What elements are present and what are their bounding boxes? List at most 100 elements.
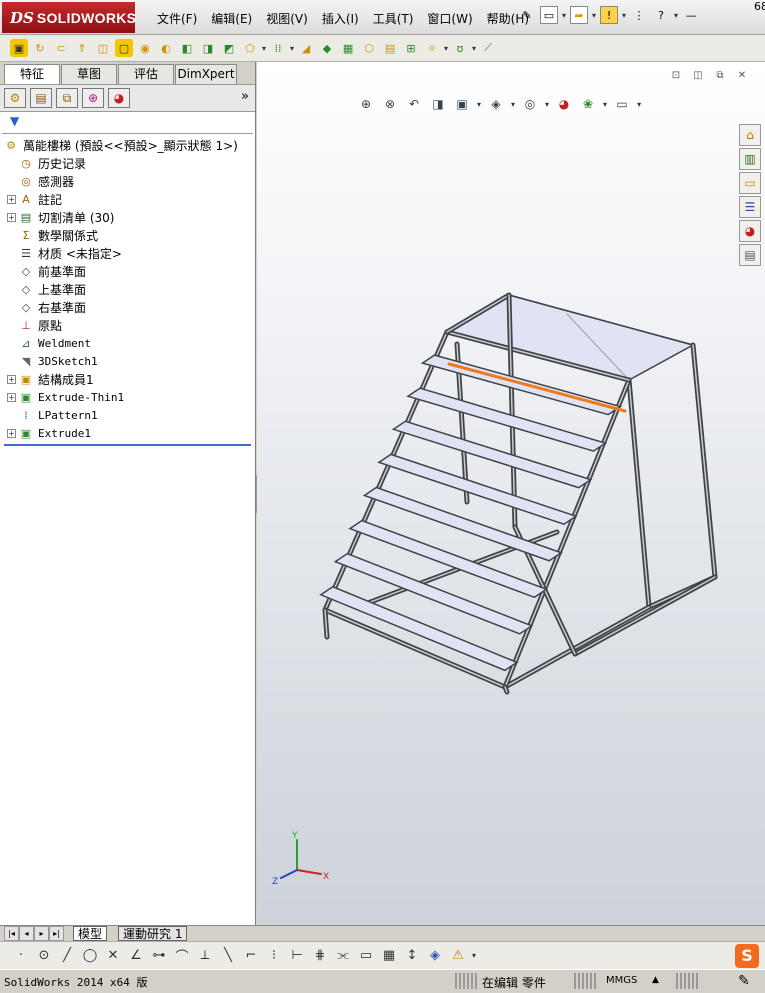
section-view-icon[interactable]: ◨ (429, 95, 447, 113)
rectangle-icon[interactable]: ▭ (357, 947, 375, 965)
curves-icon[interactable]: ʊ (451, 39, 469, 57)
tab-motion-study[interactable]: 運動研究 1 (118, 926, 188, 941)
tree-item[interactable]: ◇ 前基準面 (0, 262, 255, 280)
chevron-down-icon[interactable]: ▾ (603, 100, 607, 109)
more-icon[interactable]: » (241, 89, 249, 104)
status-units[interactable]: MMGS (606, 975, 637, 986)
hole-wizard-icon[interactable]: ◉ (136, 39, 154, 57)
offset-icon[interactable]: ⊶ (150, 947, 168, 965)
solidworks-resources-icon[interactable]: ⌂ (739, 124, 761, 146)
tree-item[interactable]: + ▣ Extrude1 (0, 424, 255, 442)
chamfer-icon[interactable]: ⟂ (196, 947, 214, 965)
hide-show-items-icon[interactable]: ◎ (521, 95, 539, 113)
point-icon[interactable]: · (12, 947, 30, 965)
tab-evaluate[interactable]: 评估 (118, 64, 174, 84)
solidworks-logo[interactable]: DS SOLIDWORKS (2, 2, 136, 33)
expand-toggle-icon[interactable]: + (7, 428, 16, 438)
configuration-manager-icon[interactable]: ⧉ (56, 88, 78, 108)
tab-sketch[interactable]: 草图 (61, 64, 117, 84)
relation-icon[interactable]: ⋕ (311, 947, 329, 965)
instant3d-icon[interactable]: ⟋ (479, 39, 497, 57)
shell-icon[interactable]: ▦ (339, 39, 357, 57)
help-icon[interactable]: ? (652, 6, 670, 24)
expand-toggle-icon[interactable]: + (7, 392, 16, 402)
lofted-cut-icon[interactable]: ◨ (199, 39, 217, 57)
swept-boss-icon[interactable]: ⊂ (52, 39, 70, 57)
extruded-cut-icon[interactable]: ▢ (115, 39, 133, 57)
prev-tab-icon[interactable]: ◂ (19, 926, 34, 941)
file-explorer-icon[interactable]: ▭ (739, 172, 761, 194)
rib-icon[interactable]: ◢ (297, 39, 315, 57)
graphics-area[interactable]: Y X Z ⊡ ◫ ⧉ ✕ ⊕ ⊗ ↶ ◨ ▣ ▾ ◈ ▾ ◎ ▾ ◕ ❀ ▾ ▭ ▾ ⌂ ▥… (257, 62, 765, 925)
units-menu-arrow-icon[interactable]: ▲ (652, 975, 659, 985)
corner-icon[interactable]: ⌐ (242, 947, 260, 965)
menu-file[interactable]: 文件(F) (150, 10, 204, 27)
expand-toggle-icon[interactable]: + (7, 374, 16, 384)
mirror-sketch-icon[interactable]: ⫘ (334, 947, 352, 965)
menu-insert[interactable]: 插入(I) (315, 10, 366, 27)
chevron-down-icon[interactable]: ▾ (290, 44, 294, 53)
tree-item[interactable]: ⊥ 原點 (0, 316, 255, 334)
view-orientation-icon[interactable]: ▣ (453, 95, 471, 113)
lofted-boss-icon[interactable]: ⇑ (73, 39, 91, 57)
first-tab-icon[interactable]: |◂ (4, 926, 19, 941)
tree-item[interactable]: Σ 數學關係式 (0, 226, 255, 244)
pin-icon[interactable]: ✎ (518, 6, 536, 24)
reference-geometry-icon[interactable]: ✧ (423, 39, 441, 57)
feature-manager-icon[interactable]: ⚙ (4, 88, 26, 108)
dimension-icon[interactable]: ⊢ (288, 947, 306, 965)
warning-sketch-icon[interactable]: ⚠ (449, 947, 467, 965)
chevron-down-icon[interactable]: ▾ (511, 100, 515, 109)
wrap-icon[interactable]: ⬡ (360, 39, 378, 57)
design-library-icon[interactable]: ▥ (739, 148, 761, 170)
view-palette-icon[interactable]: ☰ (739, 196, 761, 218)
tree-item[interactable]: + ▣ 結構成員1 (0, 370, 255, 388)
display-box-icon[interactable]: ◈ (426, 947, 444, 965)
appearances-icon[interactable]: ◕ (739, 220, 761, 242)
move-icon[interactable]: ↕ (403, 947, 421, 965)
polygon-icon[interactable]: ◯ (81, 947, 99, 965)
linear-pattern-icon[interactable]: ⁞⁞ (269, 39, 287, 57)
chevron-down-icon[interactable]: ▾ (637, 100, 641, 109)
warning-icon[interactable]: ! (600, 6, 619, 24)
next-tab-icon[interactable]: ▸ (34, 926, 49, 941)
rectangle-dashed-icon[interactable]: ⁝ (265, 947, 283, 965)
menu-edit[interactable]: 编辑(E) (204, 10, 259, 27)
menu-window[interactable]: 窗口(W) (420, 10, 479, 27)
tab-features[interactable]: 特征 (4, 64, 60, 84)
rollback-bar[interactable] (4, 444, 251, 446)
filter-icon[interactable]: ▼ (2, 114, 253, 134)
minimize-icon[interactable]: — (682, 6, 700, 24)
chevron-down-icon[interactable]: ▾ (262, 44, 266, 53)
chevron-down-icon[interactable]: ▾ (444, 44, 448, 53)
chevron-down-icon[interactable]: ▾ (592, 11, 596, 20)
chevron-down-icon[interactable]: ▾ (545, 100, 549, 109)
chevron-down-icon[interactable]: ▾ (674, 11, 678, 20)
draft-icon[interactable]: ◆ (318, 39, 336, 57)
chevron-down-icon[interactable]: ▾ (622, 11, 626, 20)
property-manager-icon[interactable]: ▤ (30, 88, 52, 108)
chevron-down-icon[interactable]: ▾ (472, 44, 476, 53)
line-icon[interactable]: ╱ (58, 947, 76, 965)
input-method-logo[interactable]: S (735, 944, 759, 968)
expand-toggle-icon[interactable]: + (7, 212, 16, 222)
revolved-boss-icon[interactable]: ↻ (31, 39, 49, 57)
table-icon[interactable]: ▦ (380, 947, 398, 965)
apply-scene-icon[interactable]: ❀ (579, 95, 597, 113)
tab-dimxpert[interactable]: DimXpert (175, 64, 237, 84)
revolved-cut-icon[interactable]: ◐ (157, 39, 175, 57)
zoom-to-fit-icon[interactable]: ⊕ (357, 95, 375, 113)
options-icon[interactable]: ⋮ (630, 6, 648, 24)
display-style-icon[interactable]: ◈ (487, 95, 505, 113)
tree-item[interactable]: ⁞ LPattern1 (0, 406, 255, 424)
tree-item[interactable]: ◇ 右基準面 (0, 298, 255, 316)
tree-root-part[interactable]: ⚙ 萬能樓梯 (預設<<預設>_顯示狀態 1>) (0, 136, 255, 154)
swept-cut-icon[interactable]: ◧ (178, 39, 196, 57)
extruded-boss-icon[interactable]: ▣ (10, 39, 28, 57)
open-folder-icon[interactable]: ➦ (570, 6, 589, 24)
previous-view-icon[interactable]: ↶ (405, 95, 423, 113)
intersect-icon[interactable]: ▤ (381, 39, 399, 57)
circle-icon[interactable]: ⊙ (35, 947, 53, 965)
chevron-down-icon[interactable]: ▾ (562, 11, 566, 20)
split-icon[interactable]: ◫ (691, 70, 705, 83)
